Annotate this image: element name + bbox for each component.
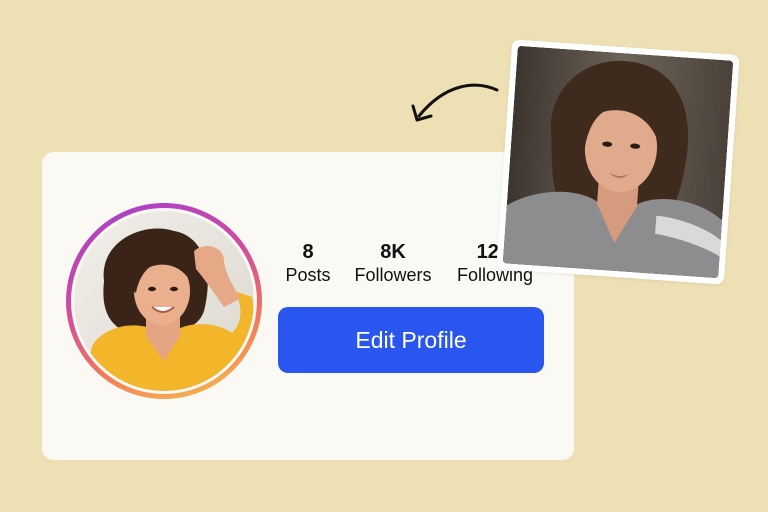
stat-posts[interactable]: 8 Posts <box>278 240 338 286</box>
avatar-border <box>71 208 257 394</box>
new-profile-photo-card <box>496 39 740 285</box>
new-profile-photo-image <box>502 45 734 279</box>
new-profile-photo[interactable] <box>502 45 734 279</box>
stat-followers-value: 8K <box>380 241 406 263</box>
stat-followers[interactable]: 8K Followers <box>348 240 438 286</box>
stat-posts-label: Posts <box>285 265 331 285</box>
avatar[interactable] <box>74 211 254 391</box>
stat-followers-label: Followers <box>354 265 432 285</box>
avatar-photo <box>74 211 254 391</box>
avatar-ring <box>66 203 262 399</box>
stat-posts-value: 8 <box>302 241 314 263</box>
curved-arrow-icon <box>411 83 499 122</box>
edit-profile-button[interactable]: Edit Profile <box>278 307 544 373</box>
